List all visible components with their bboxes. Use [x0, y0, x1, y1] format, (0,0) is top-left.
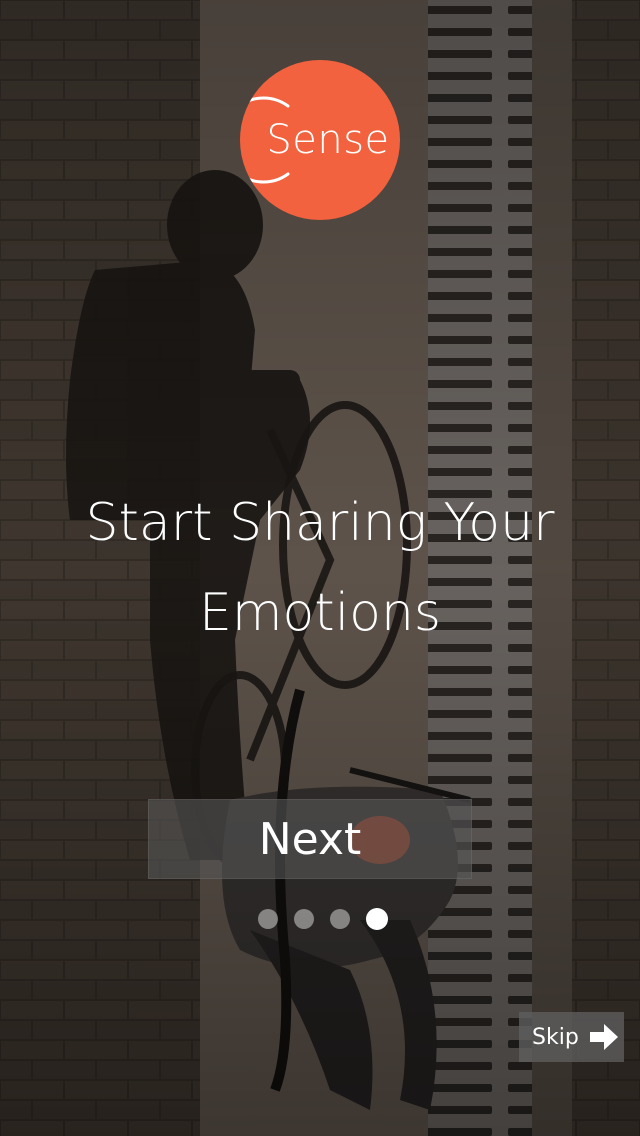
skip-button[interactable]: Skip — [519, 1012, 624, 1062]
headline-line-1: Start Sharing Your — [85, 493, 555, 553]
arrow-right-icon — [590, 1024, 618, 1050]
page-dot-4-active[interactable] — [366, 908, 388, 930]
page-indicator — [0, 908, 640, 932]
headline-line-2: Emotions — [198, 583, 442, 643]
page-dot-2[interactable] — [294, 909, 314, 929]
onboarding-screen: Sense Start Sharing Your Emotions Next S… — [0, 0, 640, 1136]
next-button[interactable]: Next — [148, 799, 472, 879]
page-dot-3[interactable] — [330, 909, 350, 929]
page-dot-1[interactable] — [258, 909, 278, 929]
app-logo: Sense — [240, 60, 400, 220]
logo-text: Sense — [266, 117, 390, 163]
skip-label: Skip — [532, 1024, 579, 1050]
onboarding-headline: Start Sharing Your Emotions — [20, 478, 620, 658]
